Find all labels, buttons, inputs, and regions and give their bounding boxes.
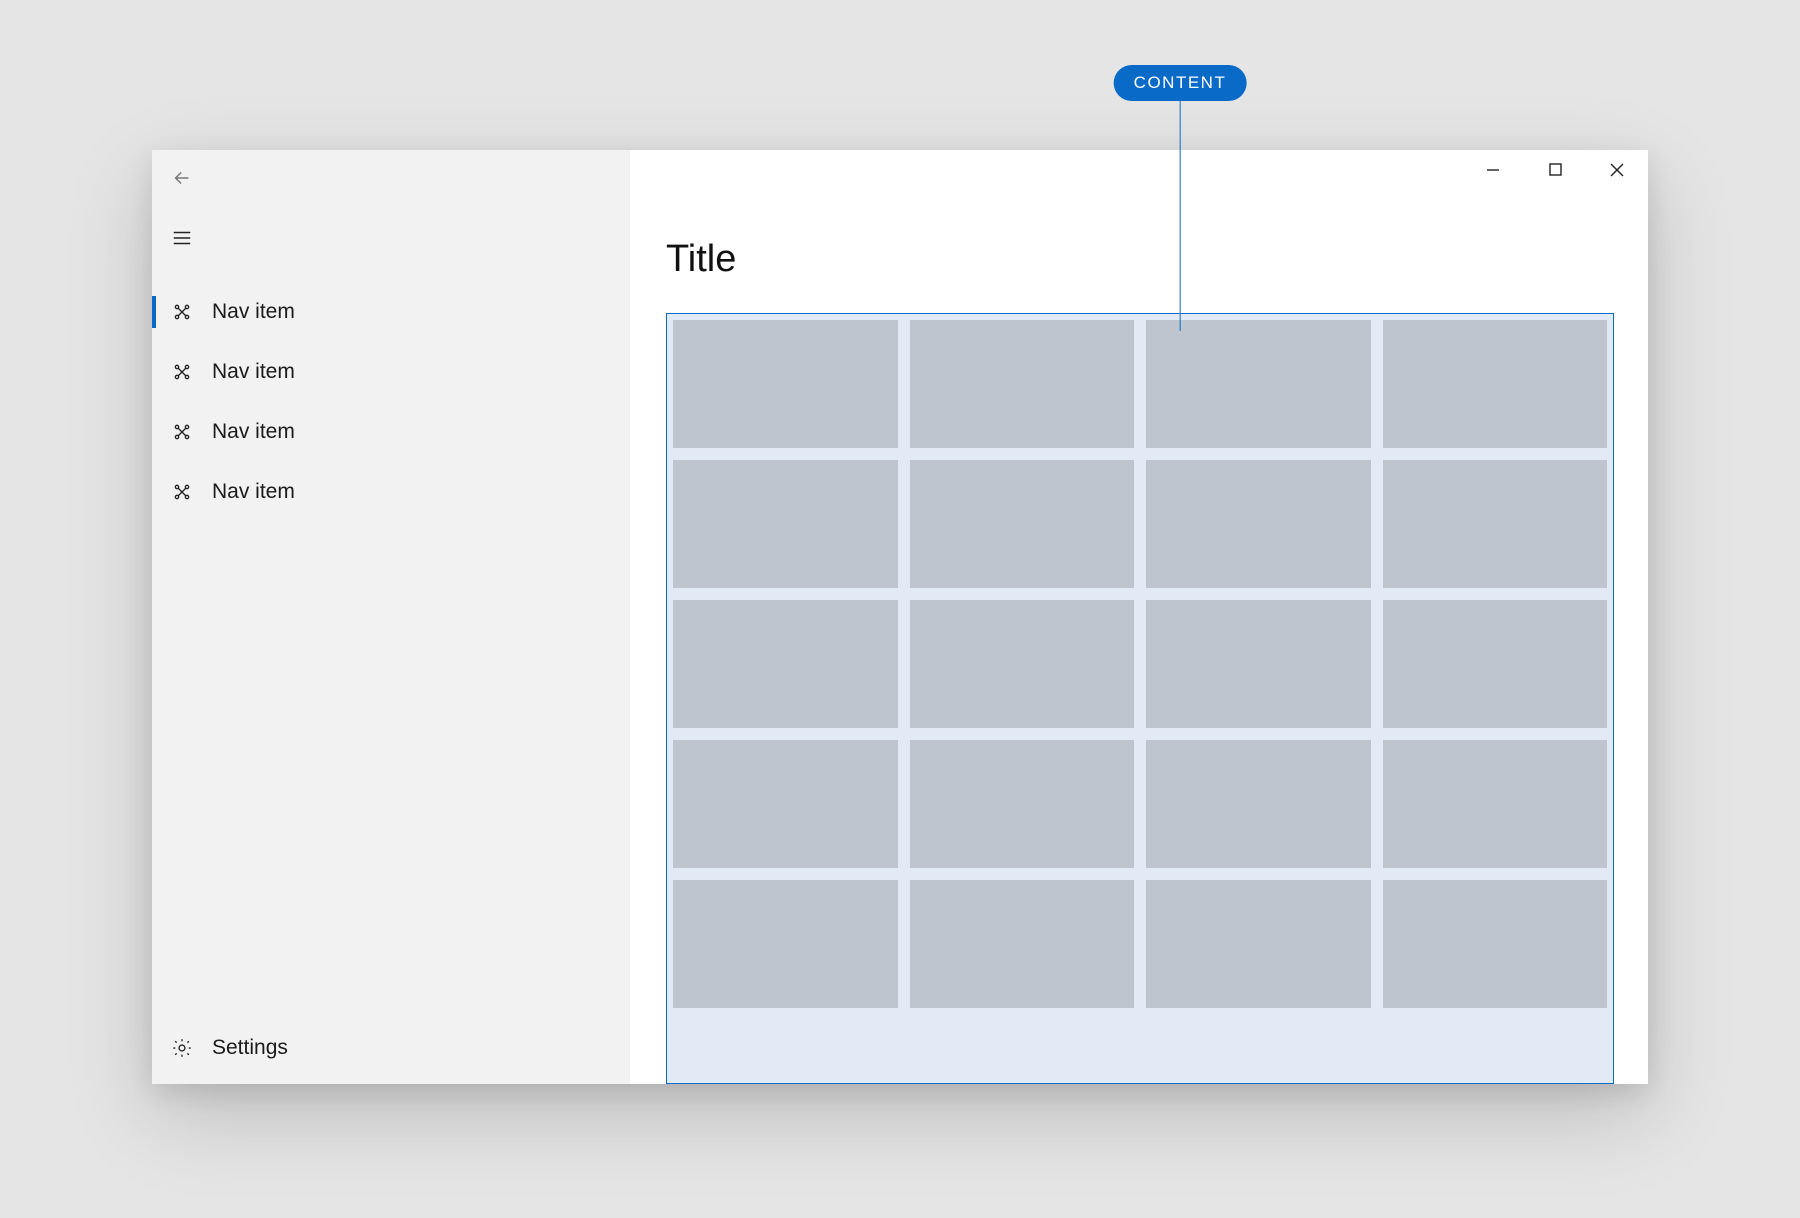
content-tile[interactable] xyxy=(1383,600,1608,728)
close-button[interactable] xyxy=(1586,150,1648,194)
content-area xyxy=(666,313,1614,1084)
annotation-line xyxy=(1179,101,1180,331)
content-tile[interactable] xyxy=(1383,740,1608,868)
content-grid xyxy=(673,320,1607,1077)
content-tile[interactable] xyxy=(673,320,898,448)
back-button[interactable] xyxy=(152,150,212,210)
nav-item-label: Nav item xyxy=(212,480,295,504)
content-tile[interactable] xyxy=(1146,600,1371,728)
nav-item-icon xyxy=(170,300,194,324)
settings-label: Settings xyxy=(212,1036,288,1060)
maximize-icon xyxy=(1549,163,1562,181)
annotation: CONTENT xyxy=(1114,65,1247,331)
content-tile[interactable] xyxy=(673,880,898,1008)
content-tile[interactable] xyxy=(1383,320,1608,448)
nav-item-1[interactable]: Nav item xyxy=(152,342,630,402)
gear-icon xyxy=(170,1036,194,1060)
close-icon xyxy=(1610,163,1624,182)
app-window: Nav item Nav item xyxy=(152,150,1648,1084)
content-tile[interactable] xyxy=(673,740,898,868)
content-tile[interactable] xyxy=(910,320,1135,448)
nav-item-label: Nav item xyxy=(212,360,295,384)
nav-item-label: Nav item xyxy=(212,300,295,324)
content-tile[interactable] xyxy=(1146,320,1371,448)
sidebar: Nav item Nav item xyxy=(152,150,630,1084)
back-arrow-icon xyxy=(171,167,193,194)
annotation-pill: CONTENT xyxy=(1114,65,1247,101)
minimize-button[interactable] xyxy=(1462,150,1524,194)
nav-item-0[interactable]: Nav item xyxy=(152,282,630,342)
settings-item[interactable]: Settings xyxy=(152,1018,630,1078)
content-tile[interactable] xyxy=(1146,740,1371,868)
content-tile[interactable] xyxy=(910,460,1135,588)
nav-item-label: Nav item xyxy=(212,420,295,444)
content-tile[interactable] xyxy=(910,880,1135,1008)
content-tile[interactable] xyxy=(1383,460,1608,588)
content-tile[interactable] xyxy=(673,600,898,728)
content-tile[interactable] xyxy=(910,740,1135,868)
content-tile[interactable] xyxy=(673,460,898,588)
content-tile[interactable] xyxy=(1383,880,1608,1008)
hamburger-button[interactable] xyxy=(152,210,212,270)
hamburger-icon xyxy=(171,227,193,254)
nav-item-2[interactable]: Nav item xyxy=(152,402,630,462)
nav-item-icon xyxy=(170,480,194,504)
content-tile[interactable] xyxy=(1146,880,1371,1008)
window-controls xyxy=(1462,150,1648,194)
nav-item-icon xyxy=(170,420,194,444)
sidebar-top xyxy=(152,150,630,210)
nav-item-3[interactable]: Nav item xyxy=(152,462,630,522)
nav-list: Nav item Nav item xyxy=(152,282,630,522)
content-tile[interactable] xyxy=(910,600,1135,728)
sidebar-footer: Settings xyxy=(152,1018,630,1084)
content-tile[interactable] xyxy=(1146,460,1371,588)
minimize-icon xyxy=(1486,163,1500,182)
maximize-button[interactable] xyxy=(1524,150,1586,194)
nav-item-icon xyxy=(170,360,194,384)
